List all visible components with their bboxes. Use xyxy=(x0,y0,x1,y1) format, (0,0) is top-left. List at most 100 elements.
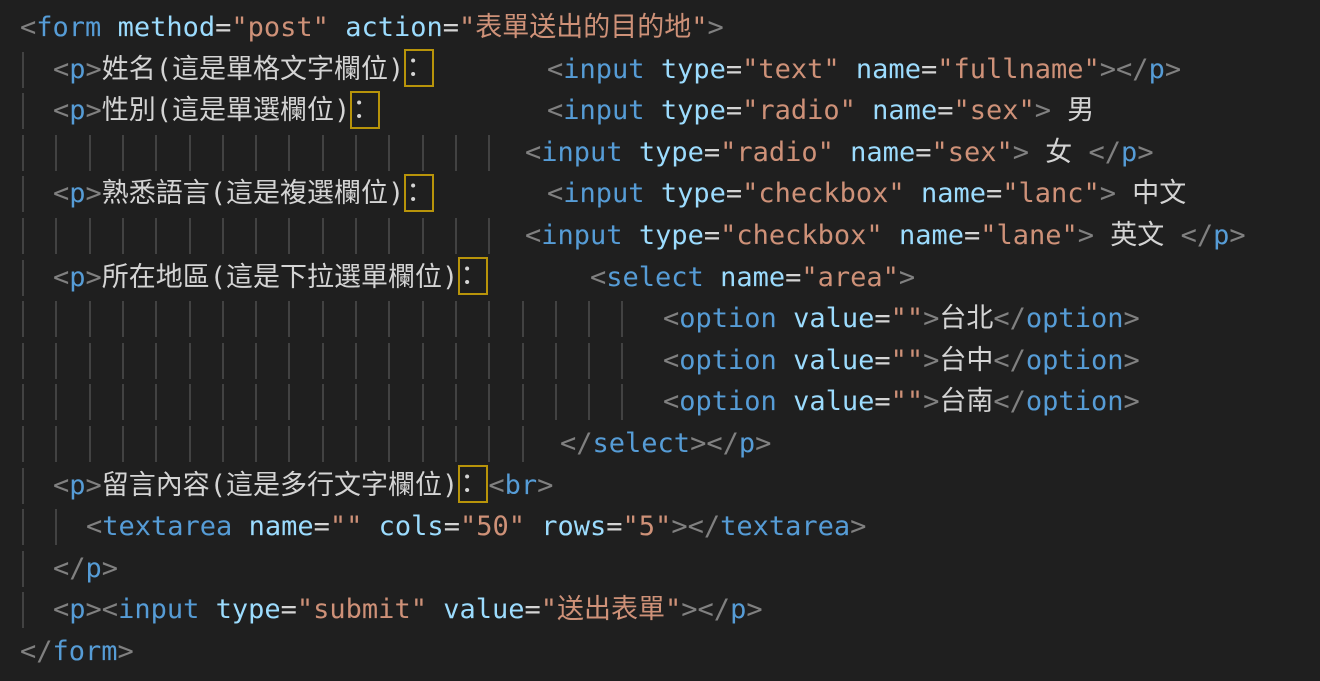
indent-guide-line xyxy=(322,135,324,171)
code-token: name xyxy=(872,95,937,126)
code-token: < xyxy=(53,262,69,293)
code-token: 女 xyxy=(1029,137,1089,168)
code-token: > xyxy=(923,303,939,334)
code-token: < xyxy=(53,470,69,501)
code-token xyxy=(777,303,793,334)
indent-guide-line xyxy=(155,218,157,254)
code-token xyxy=(856,95,872,126)
indent-guide-line xyxy=(355,218,357,254)
code-token: > xyxy=(850,511,866,542)
indent-guide-line xyxy=(189,135,191,171)
code-token: = xyxy=(726,54,742,85)
code-segment: <p>性別(這是單選欄位)： xyxy=(53,90,380,132)
code-token: = xyxy=(726,178,742,209)
code-segment: <input type="checkbox" name="lane"> 英文 <… xyxy=(525,215,1246,257)
code-token: = xyxy=(986,178,1002,209)
indent-guide-line xyxy=(155,343,157,379)
code-token: p xyxy=(69,262,85,293)
code-token: p xyxy=(69,594,85,625)
code-token: value xyxy=(793,386,874,417)
code-token xyxy=(525,511,541,542)
indent-guide-line xyxy=(522,301,524,337)
indent-guide-line xyxy=(322,343,324,379)
code-token: "area" xyxy=(801,262,899,293)
code-token: "lane" xyxy=(980,220,1078,251)
indent-guide-line xyxy=(488,343,490,379)
code-line: <p><input type="submit" value="送出表單"></p… xyxy=(0,589,1320,631)
code-editor[interactable]: <form method="post" action="表單送出的目的地"><p… xyxy=(0,0,1320,681)
code-line: </select></p> xyxy=(0,423,1320,465)
code-token: </ xyxy=(698,594,731,625)
code-token xyxy=(427,594,443,625)
indent-guide-line xyxy=(189,218,191,254)
indent-guide-line xyxy=(522,426,524,462)
code-line: <form method="post" action="表單送出的目的地"> xyxy=(0,7,1320,49)
code-token: p xyxy=(86,553,102,584)
code-segment: </form> xyxy=(20,631,134,673)
code-token: > xyxy=(1123,345,1139,376)
code-token: = xyxy=(606,511,622,542)
code-token: 台北 xyxy=(939,303,993,334)
code-token: name xyxy=(856,54,921,85)
code-token: < xyxy=(20,12,36,43)
indent-guide-line xyxy=(288,384,290,420)
code-token: < xyxy=(547,178,563,209)
code-token: "" xyxy=(891,345,924,376)
code-token: "送出表單" xyxy=(541,594,682,625)
indent-guide-line xyxy=(621,301,623,337)
code-token: value xyxy=(793,303,874,334)
code-token: option xyxy=(679,386,777,417)
code-token: 姓名(這是單格文字欄位) xyxy=(102,54,405,85)
code-token: = xyxy=(785,262,801,293)
indent-guide-line xyxy=(588,301,590,337)
code-token: option xyxy=(1026,303,1124,334)
code-segment: <p><input type="submit" value="送出表單"></p… xyxy=(53,589,763,631)
code-line: <p>熟悉語言(這是複選欄位)：<input type="checkbox" n… xyxy=(0,173,1320,215)
code-segment: <select name="area"> xyxy=(590,257,915,299)
indent-guide-line xyxy=(222,426,224,462)
indent-guide-line xyxy=(122,135,124,171)
code-token: </ xyxy=(1089,137,1122,168)
code-segment: <textarea name="" cols="50" rows="5"></t… xyxy=(86,506,866,548)
indent-guide-line xyxy=(222,135,224,171)
indent-guide-line xyxy=(189,301,191,337)
code-token xyxy=(362,511,378,542)
indent-guide-line xyxy=(388,135,390,171)
code-segment: <p>姓名(這是單格文字欄位)： xyxy=(53,49,434,91)
code-token xyxy=(840,54,856,85)
code-token: name xyxy=(249,511,314,542)
indent-guide-line xyxy=(55,384,57,420)
code-line: <p>性別(這是單選欄位)：<input type="radio" name="… xyxy=(0,90,1320,132)
code-token: 英文 xyxy=(1094,220,1181,251)
indent-guide-line xyxy=(355,384,357,420)
fullwidth-colon-unicode-highlight: ： xyxy=(350,91,380,129)
code-token: > xyxy=(923,386,939,417)
indent-guide-line xyxy=(22,135,24,171)
code-token: option xyxy=(679,303,777,334)
indent-guide-line xyxy=(122,426,124,462)
code-token: > xyxy=(1100,178,1116,209)
code-token: </ xyxy=(706,428,739,459)
indent-guide-line xyxy=(89,384,91,420)
indent-guide-line xyxy=(89,426,91,462)
indent-guide-line xyxy=(355,135,357,171)
code-token: > xyxy=(690,428,706,459)
code-token: input xyxy=(563,54,644,85)
code-token xyxy=(777,345,793,376)
code-token xyxy=(905,178,921,209)
code-token: textarea xyxy=(102,511,232,542)
code-token: "5" xyxy=(623,511,672,542)
code-token: > xyxy=(86,262,102,293)
indent-guide-line xyxy=(422,343,424,379)
code-token: "lanc" xyxy=(1002,178,1100,209)
code-token: > xyxy=(755,428,771,459)
indent-guide-line xyxy=(122,218,124,254)
code-token: "sex" xyxy=(931,137,1012,168)
indent-guide-line xyxy=(488,218,490,254)
indent-guide-line xyxy=(22,509,24,545)
code-token: input xyxy=(541,137,622,168)
code-token: > xyxy=(1013,137,1029,168)
code-token xyxy=(623,220,639,251)
code-token: cols xyxy=(379,511,444,542)
code-token: 熟悉語言(這是複選欄位) xyxy=(102,178,405,209)
